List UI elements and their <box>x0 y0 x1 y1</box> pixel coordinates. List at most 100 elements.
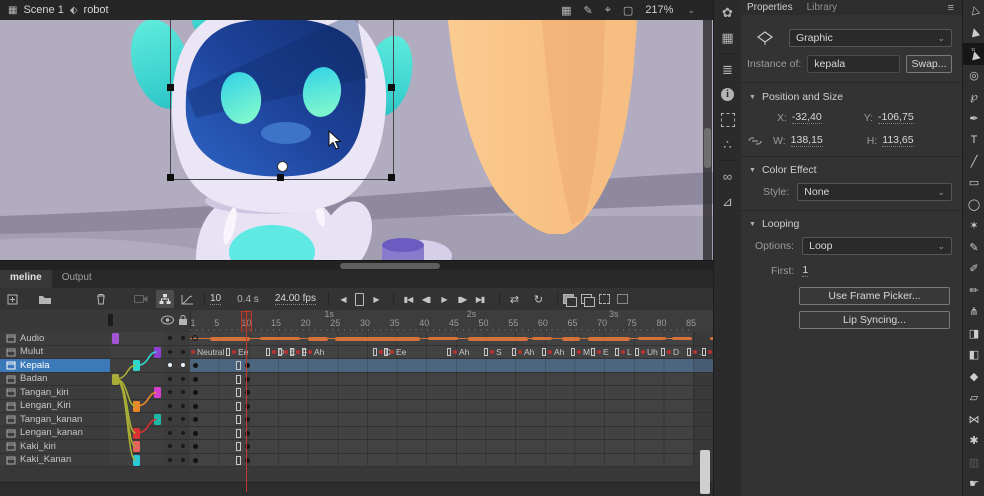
layer-frames-mulut[interactable]: NeutralEeDEFAhDEeAhSAhAhMELUhD..S <box>190 346 713 360</box>
step-forward-button[interactable]: ▶ <box>367 290 385 308</box>
layer-name[interactable]: Audio <box>0 332 110 346</box>
layer-row-kaki_kiri[interactable]: Kaki_kiri <box>0 440 713 454</box>
layer-parent-cell[interactable] <box>110 400 163 414</box>
visibility-dot[interactable] <box>168 377 172 381</box>
layer-row-badan[interactable]: Badan <box>0 373 713 387</box>
align-icon[interactable]: ≣ <box>714 57 741 82</box>
scene-breadcrumb[interactable]: Scene 1 <box>23 4 63 16</box>
layer-parent-cell[interactable] <box>110 386 163 400</box>
lock-dot[interactable] <box>181 363 185 367</box>
lock-dot[interactable] <box>181 390 185 394</box>
layer-frames-kepala[interactable] <box>190 359 713 373</box>
lip-sync-keyframe[interactable]: S <box>484 346 502 359</box>
layer-parent-swatch[interactable] <box>112 374 119 385</box>
x-value[interactable]: -32,40 <box>792 111 822 124</box>
layer-parent-cell[interactable] <box>110 413 163 427</box>
swap-button[interactable]: Swap... <box>906 55 952 73</box>
layer-frames-lengan_kanan[interactable] <box>190 427 713 441</box>
lip-sync-keyframe[interactable]: Ee <box>226 346 248 359</box>
new-layer-button[interactable] <box>4 290 22 308</box>
selection-tool[interactable]: ▷ <box>963 0 984 22</box>
line-tool[interactable]: ╱ <box>963 151 984 173</box>
lip-sync-keyframe[interactable]: Ah <box>302 346 324 359</box>
symbol-type-dropdown[interactable]: Graphic ⌄ <box>789 29 952 47</box>
lock-dot[interactable] <box>181 458 185 462</box>
rectangle-tool[interactable]: ▭ <box>963 172 984 194</box>
lock-dot[interactable] <box>181 431 185 435</box>
use-frame-picker-button[interactable]: Use Frame Picker... <box>799 287 950 305</box>
oval-tool[interactable]: ◯ <box>963 194 984 216</box>
layer-parent-cell[interactable] <box>110 440 163 454</box>
visibility-dot[interactable] <box>168 363 172 367</box>
lock-dot[interactable] <box>181 350 185 354</box>
layer-visibility-lock-cell[interactable] <box>163 454 190 468</box>
lip-sync-keyframe[interactable]: L <box>615 346 632 359</box>
empty-keyframe-marker[interactable] <box>192 335 198 341</box>
edit-multiple-frames-button[interactable] <box>599 294 610 304</box>
loop-playback-button[interactable]: ↻ <box>529 290 547 308</box>
layer-parent-swatch[interactable] <box>154 414 161 425</box>
layer-row-audio[interactable]: Audio <box>0 332 713 346</box>
color-palette-icon[interactable]: ✿ <box>714 0 741 25</box>
canvas-vertical-scrollbar[interactable] <box>703 20 712 260</box>
layer-name[interactable]: Badan <box>0 373 110 387</box>
layer-parent-swatch[interactable] <box>133 401 140 412</box>
keyframe-dot[interactable] <box>193 377 198 382</box>
loop-options-dropdown[interactable]: Loop ⌄ <box>802 237 952 255</box>
step-forward-one-frame-button[interactable]: ▮▶ <box>453 290 471 308</box>
new-folder-button[interactable] <box>36 290 54 308</box>
lip-sync-keyframe[interactable]: M <box>571 346 590 359</box>
tab-library[interactable]: Library <box>807 2 838 13</box>
layer-parent-cell[interactable] <box>110 332 163 346</box>
triangle-down-icon[interactable]: ▼ <box>749 221 756 228</box>
lock-dot[interactable] <box>181 417 185 421</box>
modify-markers-button[interactable] <box>617 294 628 304</box>
layer-visibility-lock-cell[interactable] <box>163 413 190 427</box>
zoom-level-dropdown[interactable]: 217% ⌄ <box>645 4 695 16</box>
asset-warp-tool[interactable]: ✱ <box>963 430 984 452</box>
lock-dot[interactable] <box>181 377 185 381</box>
layer-name[interactable]: Tangan_kiri <box>0 386 110 400</box>
gradient-transform-tool[interactable]: ◎ <box>963 65 984 87</box>
layer-parent-swatch[interactable] <box>154 347 161 358</box>
h-value[interactable]: 113,65 <box>882 134 913 147</box>
layer-frames-tangan_kanan[interactable] <box>190 413 713 427</box>
empty-keyframe-marker[interactable] <box>236 388 241 397</box>
empty-keyframe-marker[interactable] <box>236 402 241 411</box>
layer-visibility-lock-cell[interactable] <box>163 359 190 373</box>
paint-brush-tool[interactable]: ✐ <box>963 258 984 280</box>
pencil-tool[interactable]: ✎ <box>963 237 984 259</box>
timeline-vertical-scrollbar[interactable] <box>700 450 710 494</box>
layer-visibility-lock-cell[interactable] <box>163 386 190 400</box>
layer-frames-tangan_kiri[interactable] <box>190 386 713 400</box>
triangle-down-icon[interactable]: ▼ <box>749 167 756 174</box>
pen-tool[interactable]: ✒ <box>963 108 984 130</box>
keyframe-dot[interactable] <box>193 390 198 395</box>
layer-visibility-lock-cell[interactable] <box>163 427 190 441</box>
layer-frames-lengan_kiri[interactable] <box>190 400 713 414</box>
lasso-tool[interactable]: ℘ <box>963 86 984 108</box>
layer-visibility-lock-cell[interactable] <box>163 332 190 346</box>
layer-parent-cell[interactable] <box>110 373 163 387</box>
layer-parent-cell[interactable] <box>110 427 163 441</box>
lip-sync-keyframe[interactable]: Neutral <box>191 346 224 359</box>
instance-name-field[interactable]: kepala <box>807 55 900 73</box>
keyframe-dot[interactable] <box>193 404 198 409</box>
stage-canvas[interactable] <box>0 20 713 270</box>
graph-editor-button[interactable] <box>178 290 196 308</box>
panel-menu-icon[interactable]: ≡ <box>948 2 962 14</box>
layer-name[interactable]: Lengan_kanan <box>0 427 110 441</box>
lip-sync-keyframe[interactable]: Ah <box>542 346 564 359</box>
transform-handle-right[interactable] <box>388 84 395 91</box>
clip-content-button[interactable]: ▢ <box>623 4 633 17</box>
delete-layer-button[interactable] <box>92 290 110 308</box>
go-to-last-frame-button[interactable]: ▶▮ <box>471 290 489 308</box>
first-frame-value[interactable]: 1 <box>802 264 808 277</box>
empty-keyframe-marker[interactable] <box>236 429 241 438</box>
visibility-dot[interactable] <box>168 458 172 462</box>
visibility-dot[interactable] <box>168 444 172 448</box>
lip-sync-keyframe[interactable]: E <box>591 346 609 359</box>
lock-dot[interactable] <box>181 336 185 340</box>
layer-parent-swatch[interactable] <box>154 387 161 398</box>
go-to-first-frame-button[interactable]: ▮◀ <box>399 290 417 308</box>
